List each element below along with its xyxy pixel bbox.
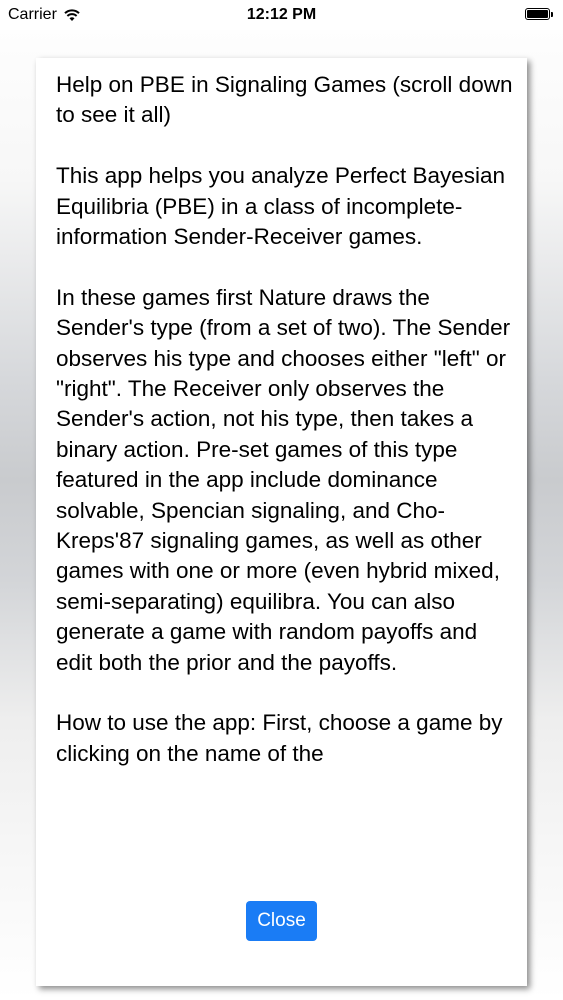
help-dialog: Help on PBE in Signaling Games (scroll d… <box>36 58 527 986</box>
clock: 12:12 PM <box>246 6 317 23</box>
battery-icon <box>525 8 555 22</box>
help-paragraph-intro: This app helps you analyze Perfect Bayes… <box>56 163 506 250</box>
help-title: Help on PBE in Signaling Games (scroll d… <box>56 72 513 128</box>
battery-fill <box>527 10 548 18</box>
help-paragraph-games: In these games first Nature draws the Se… <box>56 284 511 675</box>
close-button[interactable]: Close <box>246 901 317 941</box>
status-bar: Carrier 12:12 PM <box>0 0 563 30</box>
help-text-scroll[interactable]: Help on PBE in Signaling Games (scroll d… <box>56 70 514 896</box>
help-paragraph-usage: How to use the app: First, choose a game… <box>56 710 503 766</box>
